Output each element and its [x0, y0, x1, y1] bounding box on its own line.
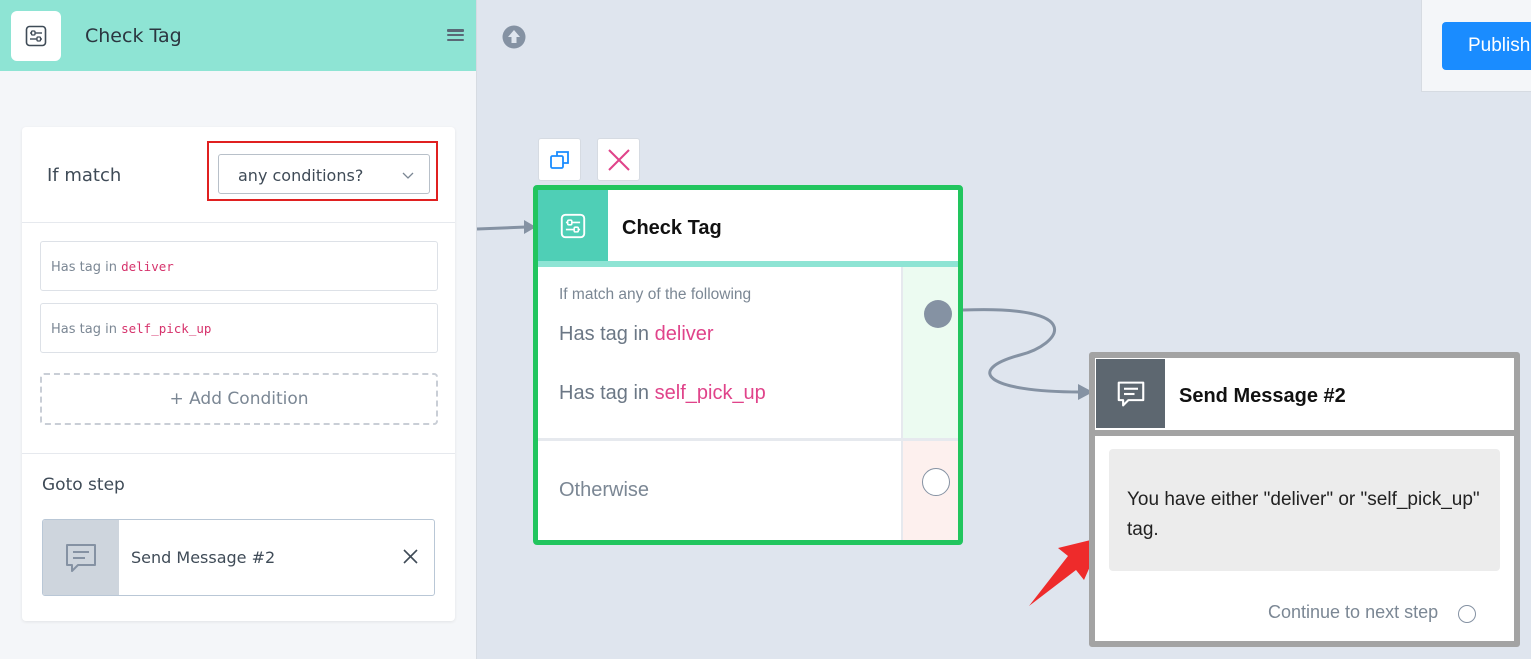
condition-row[interactable]: Has tag in deliver: [40, 241, 438, 291]
filter-sliders-icon: [25, 25, 47, 47]
check-tag-node-title: Check Tag: [622, 217, 722, 239]
sidebar-title: Check Tag: [85, 25, 182, 47]
goto-step-name: Send Message #2: [131, 548, 276, 567]
duplicate-button[interactable]: [538, 138, 581, 181]
check-tag-node-subtitle: If match any of the following: [559, 286, 752, 303]
match-mode-value: any conditions?: [238, 166, 364, 185]
divider: [22, 222, 455, 223]
continue-output-port[interactable]: [1458, 605, 1476, 623]
node-header-separator: [1095, 430, 1514, 436]
match-output-port[interactable]: [924, 300, 952, 328]
condition-prefix: Has tag in: [51, 260, 117, 275]
chevron-down-icon: [402, 172, 414, 179]
condition-prefix: Has tag in: [51, 322, 117, 337]
node-condition-prefix: Has tag in: [559, 382, 650, 404]
incoming-wire: [476, 225, 527, 231]
node-condition: Has tag in self_pick_up: [559, 382, 766, 405]
message-icon: [43, 520, 119, 595]
if-match-label: If match: [47, 165, 122, 186]
delete-x-icon: [607, 148, 630, 171]
goto-step-target[interactable]: Send Message #2: [42, 519, 435, 596]
check-tag-step-icon: [11, 11, 61, 61]
message-icon: [1096, 359, 1165, 428]
otherwise-output-port[interactable]: [922, 468, 950, 496]
message-bubble: You have either "deliver" or "self_pick_…: [1109, 449, 1500, 571]
publish-panel: Publish: [1421, 0, 1531, 92]
check-tag-node[interactable]: Check Tag If match any of the following …: [533, 185, 963, 545]
copy-icon: [549, 150, 569, 169]
publish-button[interactable]: Publish: [1442, 22, 1531, 70]
step-editor-sidebar: Check Tag If match any conditions? Has t…: [0, 0, 477, 659]
condition-tag: deliver: [121, 259, 174, 274]
match-output-area: [901, 267, 958, 438]
node-condition: Has tag in deliver: [559, 323, 714, 346]
node-divider: [538, 438, 958, 441]
add-condition-button[interactable]: + Add Condition: [40, 373, 438, 425]
continue-label: Continue to next step: [1268, 602, 1439, 622]
condition-settings-card: If match any conditions? Has tag in deli…: [22, 127, 455, 621]
condition-tag: self_pick_up: [121, 321, 212, 336]
match-mode-select[interactable]: any conditions?: [218, 154, 430, 194]
goto-step-label: Goto step: [42, 475, 125, 495]
condition-row[interactable]: Has tag in self_pick_up: [40, 303, 438, 353]
close-icon[interactable]: [402, 548, 419, 565]
delete-button[interactable]: [597, 138, 640, 181]
upload-icon[interactable]: [502, 25, 526, 49]
match-wire: [962, 308, 1081, 394]
node-condition-tag: deliver: [654, 323, 714, 345]
node-condition-tag: self_pick_up: [654, 382, 766, 404]
send-message-node-title: Send Message #2: [1179, 385, 1346, 407]
otherwise-output-area: [901, 441, 958, 540]
node-condition-prefix: Has tag in: [559, 323, 650, 345]
filter-sliders-icon: [560, 213, 586, 238]
node-header-strip: [538, 261, 958, 267]
send-message-node[interactable]: Send Message #2 You have either "deliver…: [1089, 352, 1520, 647]
check-tag-node-icon: [538, 190, 608, 261]
sidebar-header: Check Tag: [0, 0, 476, 71]
menu-icon[interactable]: [447, 27, 464, 43]
divider: [22, 453, 455, 454]
otherwise-label: Otherwise: [559, 479, 650, 501]
